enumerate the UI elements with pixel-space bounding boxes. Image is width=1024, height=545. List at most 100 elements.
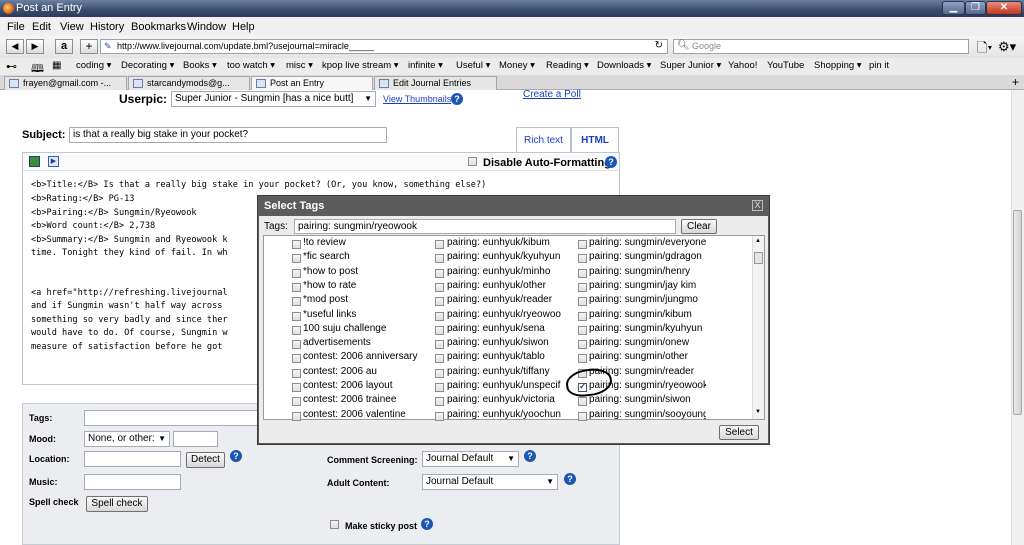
tag-checkbox[interactable]	[292, 325, 301, 335]
tag-option-label[interactable]: pairing: eunhyuk/kyuhyun	[447, 251, 561, 262]
tag-checkbox[interactable]	[578, 397, 587, 407]
create-poll-link[interactable]: Create a Poll	[523, 89, 581, 100]
tag-option-label[interactable]: *mod post	[303, 294, 429, 305]
tag-checkbox[interactable]	[435, 297, 444, 307]
search-input[interactable]: 🔍︎ Google	[673, 39, 969, 54]
add-bookmark-icon[interactable]: +	[80, 39, 98, 54]
grid-icon[interactable]: ▦	[52, 60, 61, 71]
tag-checkbox[interactable]	[578, 282, 587, 292]
tag-option-label[interactable]: pairing: eunhyuk/tiffany	[447, 366, 561, 377]
tag-option-label[interactable]: pairing: sungmin/jungmo	[589, 294, 706, 305]
tag-checkbox[interactable]	[435, 397, 444, 407]
tag-checkbox[interactable]	[578, 254, 587, 264]
tag-option-label[interactable]: contest: 2006 trainee	[303, 394, 429, 405]
tag-checkbox[interactable]	[578, 268, 587, 278]
tag-option-label[interactable]: advertisements	[303, 337, 429, 348]
view-thumbnails-link[interactable]: View Thumbnails	[383, 94, 451, 104]
tag-option-label[interactable]: pairing: sungmin/onew	[589, 337, 706, 348]
bookmark-useful[interactable]: Useful ▾	[456, 60, 490, 71]
reload-icon[interactable]: ↻	[655, 40, 663, 51]
insert-image-icon[interactable]	[29, 156, 40, 167]
comment-screening-select[interactable]: Journal Default ▼	[422, 451, 519, 467]
userpic-select[interactable]: Super Junior - Sungmin [has a nice butt]…	[171, 91, 376, 107]
bookmark-reading[interactable]: Reading ▾	[546, 60, 589, 71]
tag-checkbox[interactable]	[292, 311, 301, 321]
disable-autoformat-checkbox[interactable]	[468, 157, 477, 166]
tag-option-label[interactable]: pairing: eunhyuk/tablo	[447, 351, 561, 362]
mood-custom-input[interactable]	[173, 431, 218, 447]
tag-option-label[interactable]: pairing: eunhyuk/siwon	[447, 337, 561, 348]
menu-file[interactable]: File	[7, 21, 25, 33]
tag-checkbox[interactable]	[435, 340, 444, 350]
tag-checkbox[interactable]	[435, 268, 444, 278]
bookmark-misc[interactable]: misc ▾	[286, 60, 313, 71]
help-icon[interactable]: ?	[421, 518, 433, 530]
bookmark-yahoo[interactable]: Yahoo!	[728, 60, 757, 71]
tag-list-scrollbar[interactable]: ▲ ▼	[752, 236, 764, 419]
tag-checkbox[interactable]	[292, 354, 301, 364]
tag-option-label[interactable]: 100 suju challenge	[303, 323, 429, 334]
help-icon[interactable]: ?	[605, 156, 617, 168]
menu-help[interactable]: Help	[232, 21, 255, 33]
close-icon[interactable]: X	[752, 200, 763, 211]
tag-option-label[interactable]: contest: 2006 anniversary	[303, 351, 429, 362]
tag-checkbox[interactable]	[292, 368, 301, 378]
tag-option-label[interactable]: pairing: sungmin/henry	[589, 266, 706, 277]
spellcheck-button[interactable]: Spell check	[86, 496, 148, 512]
tag-checkbox[interactable]	[292, 383, 301, 392]
scroll-down-icon[interactable]: ▼	[755, 409, 761, 415]
mood-select[interactable]: None, or other: ▼	[84, 431, 170, 447]
tag-option-label[interactable]: contest: 2006 layout	[303, 380, 429, 391]
insert-media-icon[interactable]: ▶	[48, 156, 59, 167]
close-window-button[interactable]: ✕	[986, 1, 1022, 15]
tag-checkbox[interactable]	[578, 354, 587, 364]
bookmark-too-watch[interactable]: too watch ▾	[227, 60, 275, 71]
tags-input[interactable]	[84, 410, 259, 426]
tag-option-label[interactable]: pairing: sungmin/everyone	[589, 237, 706, 248]
tag-checkbox[interactable]	[578, 340, 587, 350]
tag-option-label[interactable]: pairing: sungmin/sooyoung	[589, 409, 706, 420]
tab-edit-journal-entries[interactable]: Edit Journal Entries	[374, 76, 497, 90]
tag-option-label[interactable]: pairing: sungmin/jay kim	[589, 280, 706, 291]
help-icon[interactable]: ?	[524, 450, 536, 462]
tag-checkbox[interactable]	[292, 411, 301, 421]
tag-option-label[interactable]: contest: 2006 valentine	[303, 409, 429, 420]
maximize-button[interactable]: ❐	[965, 1, 986, 15]
bookmark-downloads[interactable]: Downloads ▾	[597, 60, 651, 71]
tag-checkbox[interactable]	[435, 325, 444, 335]
tag-checkbox[interactable]	[435, 311, 444, 321]
help-icon[interactable]: ?	[564, 473, 576, 485]
tab-gmail-starcandymods[interactable]: starcandymods@g...	[128, 76, 250, 90]
menu-bookmarks[interactable]: Bookmarks	[131, 21, 186, 33]
dialog-tags-input[interactable]: pairing: sungmin/ryeowook	[294, 219, 676, 234]
tag-option-label[interactable]: pairing: eunhyuk/kibum	[447, 237, 561, 248]
bookmark-super-junior[interactable]: Super Junior ▾	[660, 60, 721, 71]
address-bar[interactable]: ✎ http://www.livejournal.com/update.bml?…	[100, 39, 668, 54]
bookmark-kpop-live-stream[interactable]: kpop live stream ▾	[322, 60, 399, 71]
tag-option-label[interactable]: *useful links	[303, 309, 429, 320]
tag-checkbox[interactable]	[292, 340, 301, 350]
detect-button[interactable]: Detect	[186, 452, 225, 468]
tab-html[interactable]: HTML	[571, 127, 619, 153]
gear-icon[interactable]: ⚙▾	[998, 39, 1016, 55]
page-scrollbar-thumb[interactable]	[1013, 210, 1022, 415]
tag-checkbox[interactable]	[435, 368, 444, 378]
tag-checkbox[interactable]	[292, 397, 301, 407]
tag-option-label[interactable]: pairing: sungmin/gdragon	[589, 251, 706, 262]
tag-option-label[interactable]: pairing: eunhyuk/minho	[447, 266, 561, 277]
tag-checkbox[interactable]	[292, 240, 301, 249]
adult-content-select[interactable]: Journal Default ▼	[422, 474, 558, 490]
bookmark-pin-it[interactable]: pin it	[869, 60, 889, 71]
tab-rich-text[interactable]: Rich text	[516, 127, 571, 152]
reader-icon[interactable]: ⊷	[6, 60, 17, 73]
tag-checkbox[interactable]	[292, 254, 301, 264]
tag-option-label[interactable]: pairing: eunhyuk/yoochun	[447, 409, 561, 420]
bookmark-books[interactable]: Books ▾	[183, 60, 217, 71]
tag-checkbox[interactable]	[435, 282, 444, 292]
tag-checkbox[interactable]	[435, 383, 444, 392]
tag-option-label[interactable]: *how to post	[303, 266, 429, 277]
bookmark-shopping[interactable]: Shopping ▾	[814, 60, 862, 71]
sticky-post-checkbox[interactable]	[330, 520, 339, 529]
tag-checkbox[interactable]	[435, 240, 444, 249]
tag-option-label[interactable]: pairing: eunhyuk/other	[447, 280, 561, 291]
